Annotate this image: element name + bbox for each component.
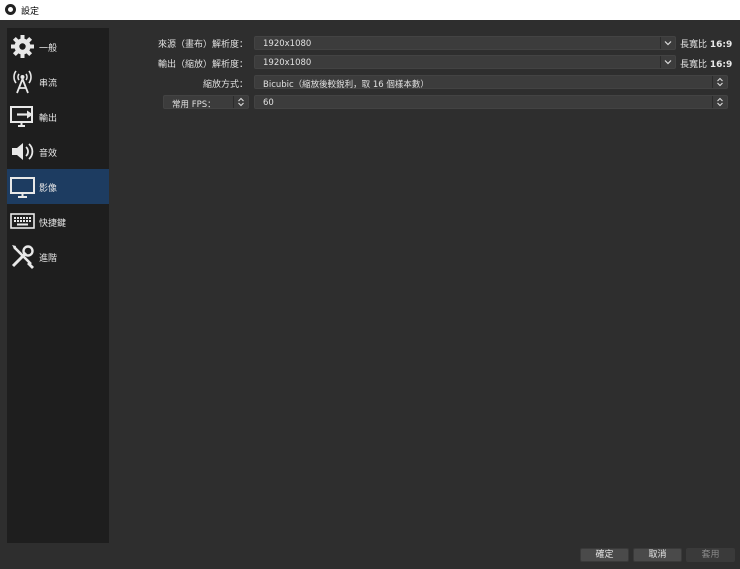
chevron-down-icon[interactable]	[660, 37, 675, 49]
sidebar-item-general[interactable]: 一般	[7, 29, 109, 64]
sidebar-item-advanced[interactable]: 進階	[7, 239, 109, 274]
output-resolution-combo[interactable]: 1920x1080	[254, 55, 676, 69]
fps-type-value: 常用 FPS：	[172, 100, 216, 110]
ok-button[interactable]: 確定	[580, 548, 629, 562]
base-aspect-ratio: 長寬比 16:9	[680, 40, 733, 50]
sidebar-item-label: 音效	[39, 149, 58, 159]
sidebar-item-label: 進階	[39, 254, 58, 264]
fps-value-combo[interactable]: 60	[254, 95, 728, 109]
speaker-icon	[12, 143, 34, 160]
title-bar: 設定	[0, 0, 740, 20]
output-resolution-label: 輸出（縮放）解析度：	[157, 60, 248, 70]
base-resolution-combo[interactable]: 1920x1080	[254, 36, 676, 50]
up-down-arrows-icon[interactable]	[233, 96, 248, 108]
base-resolution-value: 1920x1080	[263, 39, 312, 49]
broadcast-antenna-icon	[13, 70, 32, 94]
sidebar-item-hotkeys[interactable]: 快捷鍵	[7, 204, 109, 239]
sidebar-item-video[interactable]: 影像	[7, 169, 109, 204]
sidebar-item-label: 一般	[39, 44, 58, 54]
cancel-button[interactable]: 取消	[633, 548, 682, 562]
keyboard-icon	[10, 213, 35, 229]
output-monitor-icon	[10, 106, 33, 127]
sidebar-item-stream[interactable]: 串流	[7, 64, 109, 99]
monitor-icon	[10, 177, 35, 198]
output-resolution-value: 1920x1080	[263, 58, 312, 68]
wrench-screwdriver-icon	[11, 245, 34, 269]
sidebar-item-audio[interactable]: 音效	[7, 134, 109, 169]
sidebar-item-label: 串流	[39, 79, 58, 89]
output-aspect-ratio: 長寬比 16:9	[680, 60, 733, 70]
apply-button[interactable]: 套用	[686, 548, 735, 562]
gear-icon	[11, 35, 34, 58]
sidebar-item-output[interactable]: 輸出	[7, 99, 109, 134]
chevron-down-icon[interactable]	[660, 56, 675, 68]
downscale-filter-value: Bicubic（縮放後較銳利，取 16 個樣本數）	[263, 80, 429, 90]
fps-value: 60	[263, 98, 274, 108]
settings-sidebar: 一般 串流 輸出 音效 影像 快捷鍵 進階	[7, 28, 109, 543]
obs-logo-icon	[5, 4, 16, 15]
up-down-arrows-icon[interactable]	[712, 96, 727, 108]
settings-window: 一般 串流 輸出 音效 影像 快捷鍵 進階 來源（畫布）解析度： 1920x10…	[0, 20, 740, 569]
sidebar-item-label: 輸出	[39, 114, 58, 124]
sidebar-item-label: 影像	[39, 184, 58, 194]
base-resolution-label: 來源（畫布）解析度：	[157, 40, 248, 50]
window-title: 設定	[21, 7, 40, 17]
fps-type-combo[interactable]: 常用 FPS：	[163, 95, 249, 110]
up-down-arrows-icon[interactable]	[712, 76, 727, 88]
downscale-filter-label: 縮放方式：	[202, 80, 248, 90]
downscale-filter-combo[interactable]: Bicubic（縮放後較銳利，取 16 個樣本數）	[254, 75, 728, 90]
sidebar-item-label: 快捷鍵	[39, 219, 67, 229]
